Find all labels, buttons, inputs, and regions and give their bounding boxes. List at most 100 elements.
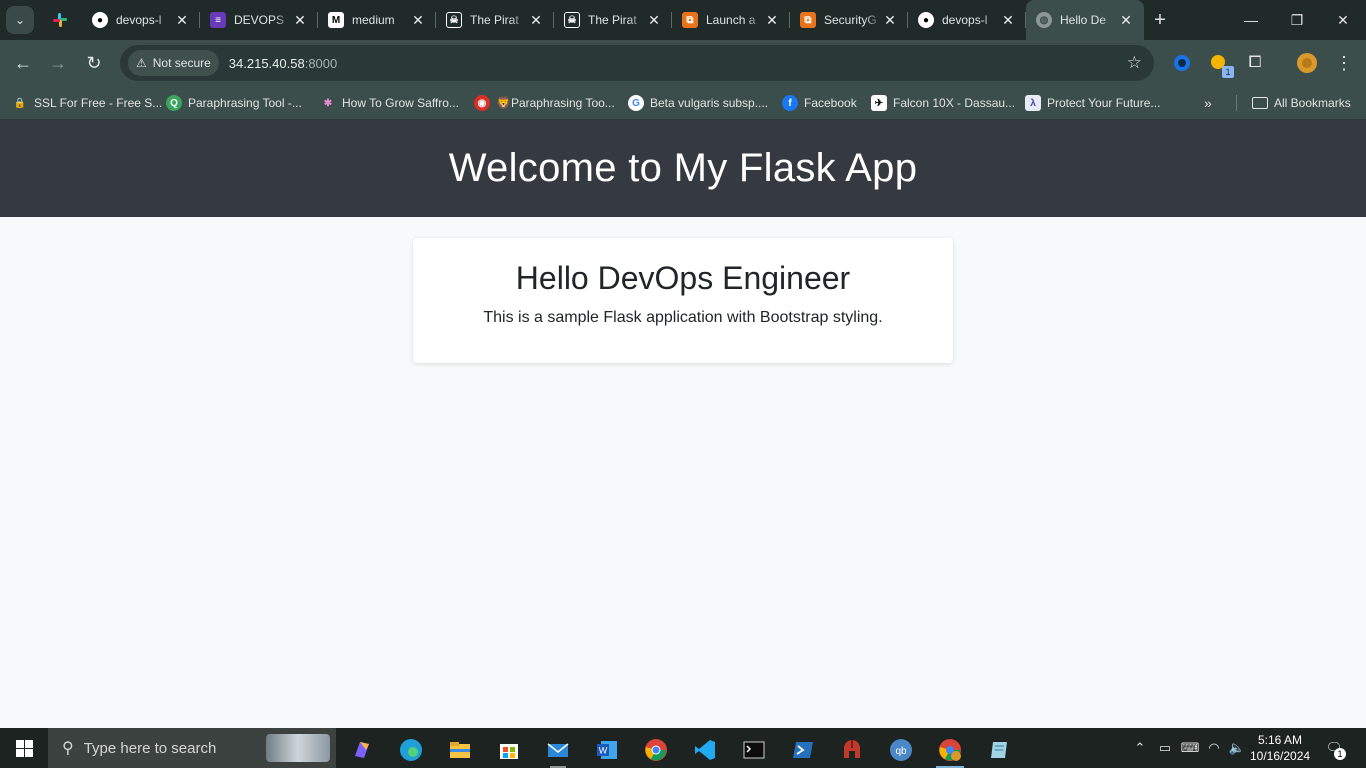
- close-icon[interactable]: ✕: [764, 12, 780, 28]
- plus-icon: +: [1154, 8, 1166, 31]
- bookmark-grow-saffron[interactable]: ✱ How To Grow Saffro...: [320, 93, 459, 113]
- tab-security-group[interactable]: ⧉ SecurityG ✕: [790, 0, 908, 40]
- taskbar-chrome[interactable]: [636, 732, 676, 768]
- tab-hello-devops[interactable]: ◍ Hello De ✕: [1026, 0, 1144, 40]
- close-icon[interactable]: ✕: [882, 12, 898, 28]
- close-icon[interactable]: ✕: [1000, 12, 1016, 28]
- taskbar-chrome-profile[interactable]: [930, 732, 970, 768]
- taskbar-copilot[interactable]: [342, 732, 382, 768]
- bookmark-protect-future[interactable]: λ Protect Your Future...: [1025, 93, 1160, 113]
- globe-icon: ◍: [1036, 12, 1052, 28]
- taskbar-word[interactable]: W: [587, 732, 627, 768]
- taskbar-search[interactable]: ⚲ Type here to search: [48, 728, 336, 768]
- reload-button[interactable]: ↻: [79, 48, 109, 78]
- menu-button[interactable]: ⋮: [1333, 52, 1355, 74]
- more-vert-icon: ⋮: [1335, 52, 1353, 73]
- extensions-button[interactable]: ⧠: [1244, 52, 1266, 74]
- word-icon: W: [597, 741, 617, 759]
- profile-button[interactable]: [1296, 52, 1318, 74]
- puzzle-icon: ⧠: [1248, 54, 1262, 71]
- vscode-icon: [695, 740, 715, 760]
- bookmark-facebook[interactable]: f Facebook: [782, 93, 857, 113]
- start-button[interactable]: [0, 728, 48, 768]
- restore-icon: ❐: [1290, 11, 1304, 28]
- minimize-button[interactable]: —: [1228, 0, 1274, 40]
- taskbar-mail[interactable]: [538, 732, 578, 768]
- tray-input-method[interactable]: ⌨: [1180, 728, 1200, 768]
- shield-doc-icon: λ: [1025, 95, 1041, 111]
- bookmark-star-icon[interactable]: ☆: [1127, 53, 1142, 73]
- new-tab-button[interactable]: +: [1148, 8, 1172, 32]
- terminal-icon: [743, 741, 765, 759]
- aws-icon: ⧉: [682, 12, 698, 28]
- paraphrase-icon: Q: [166, 95, 182, 111]
- windows-icon: [15, 739, 33, 757]
- taskbar-spartan-app[interactable]: [832, 732, 872, 768]
- all-bookmarks-label: All Bookmarks: [1274, 96, 1351, 110]
- close-icon[interactable]: ✕: [174, 12, 190, 28]
- taskbar-terminal[interactable]: [734, 732, 774, 768]
- close-window-button[interactable]: ✕: [1320, 0, 1366, 40]
- extension-button-2[interactable]: 1: [1208, 52, 1234, 78]
- tab-pirate-1[interactable]: ☠ The Pirat ✕: [436, 0, 554, 40]
- taskbar-vscode[interactable]: [685, 732, 725, 768]
- arrow-left-icon: ←: [14, 52, 32, 73]
- circle-extension-icon: [1174, 55, 1190, 71]
- address-bar[interactable]: ⚠ Not secure 34.215.40.58:8000 ☆: [120, 45, 1154, 81]
- taskbar-powershell[interactable]: [783, 732, 823, 768]
- tab-devops-github-1[interactable]: ● devops-l ✕: [82, 0, 200, 40]
- taskbar-edge[interactable]: [391, 732, 431, 768]
- taskbar-notes[interactable]: [979, 732, 1019, 768]
- tray-volume[interactable]: 🔈: [1227, 728, 1247, 768]
- card-text: This is a sample Flask application with …: [483, 309, 883, 326]
- all-bookmarks-button[interactable]: All Bookmarks: [1252, 93, 1351, 113]
- tray-clock[interactable]: 5:16 AM 10/16/2024: [1250, 732, 1310, 764]
- search-placeholder: Type here to search: [83, 739, 217, 757]
- ime-icon: ⌨: [1180, 740, 1200, 755]
- clock-date: 10/16/2024: [1250, 749, 1311, 763]
- url-host: 34.215.40.58: [228, 55, 305, 71]
- tab-launch-aws[interactable]: ⧉ Launch a ✕: [672, 0, 790, 40]
- close-icon[interactable]: ✕: [410, 12, 426, 28]
- tab-title: SecurityG: [824, 13, 877, 27]
- close-icon[interactable]: ✕: [292, 12, 308, 28]
- medium-icon: M: [328, 12, 344, 28]
- tray-network[interactable]: ◠: [1204, 728, 1224, 768]
- bookmark-paraphrasing-tool[interactable]: Q Paraphrasing Tool -...: [166, 93, 302, 113]
- tab-title: Launch a: [706, 13, 756, 27]
- site-info-chip[interactable]: ⚠ Not secure: [128, 50, 219, 76]
- extension-button-1[interactable]: [1171, 52, 1193, 74]
- close-icon[interactable]: ✕: [646, 12, 662, 28]
- tab-pirate-2[interactable]: ☠ The Pirat ✕: [554, 0, 672, 40]
- taskbar-file-explorer[interactable]: [440, 732, 480, 768]
- google-icon: G: [628, 95, 644, 111]
- tab-search-button[interactable]: ⌄: [6, 6, 34, 34]
- bookmark-paraphrasing-tool-2[interactable]: ◉ 🦁Paraphrasing Too...: [474, 93, 615, 113]
- plane-icon: ✈: [871, 95, 887, 111]
- edge-icon: [400, 739, 422, 761]
- taskbar-store[interactable]: [489, 732, 529, 768]
- tray-meet-button[interactable]: ▭: [1155, 728, 1175, 768]
- close-icon[interactable]: ✕: [1118, 12, 1134, 28]
- bookmark-ssl-for-free[interactable]: 🔒 SSL For Free - Free S...: [12, 93, 163, 113]
- back-button[interactable]: ←: [8, 48, 38, 78]
- close-icon[interactable]: ✕: [528, 12, 544, 28]
- tab-devops-form[interactable]: ≡ DEVOPS ✕: [200, 0, 318, 40]
- forward-button[interactable]: →: [43, 48, 73, 78]
- svg-text:qb: qb: [895, 746, 907, 757]
- bookmark-beta-vulgaris[interactable]: G Beta vulgaris subsp....: [628, 93, 768, 113]
- more-bookmarks-button[interactable]: »: [1204, 93, 1212, 113]
- tab-devops-github-2[interactable]: ● devops-l ✕: [908, 0, 1026, 40]
- pinned-tab-slack[interactable]: [46, 8, 74, 32]
- greeting-card: Hello DevOps Engineer This is a sample F…: [413, 238, 953, 363]
- tab-medium[interactable]: M medium ✕: [318, 0, 436, 40]
- notification-center-button[interactable]: 🗨 1: [1322, 728, 1346, 768]
- close-icon: ✕: [1337, 11, 1349, 28]
- taskbar-qbittorrent[interactable]: qb: [881, 732, 921, 768]
- restore-button[interactable]: ❐: [1274, 0, 1320, 40]
- tray-overflow-button[interactable]: ⌃: [1130, 728, 1150, 768]
- chrome-icon: [645, 739, 667, 761]
- bookmark-falcon-10x[interactable]: ✈ Falcon 10X - Dassau...: [871, 93, 1015, 113]
- tab-title: Hello De: [1060, 13, 1107, 27]
- url-text[interactable]: 34.215.40.58:8000: [229, 56, 337, 71]
